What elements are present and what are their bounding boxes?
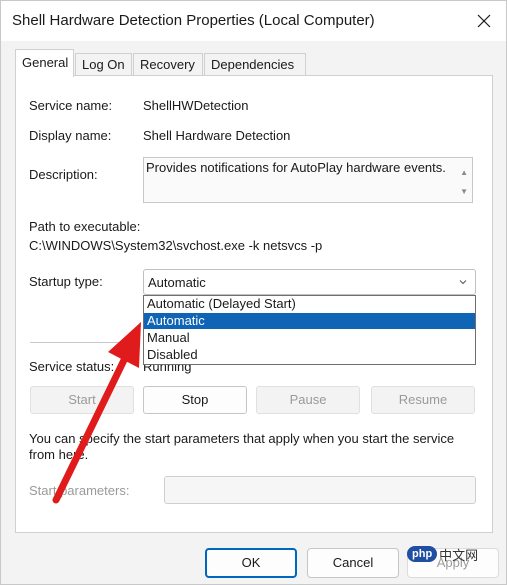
- option-manual[interactable]: Manual: [144, 330, 475, 346]
- tab-log-on[interactable]: Log On: [75, 53, 132, 76]
- start-params-input[interactable]: [164, 476, 476, 504]
- stop-button[interactable]: Stop: [143, 386, 247, 414]
- window-title: Shell Hardware Detection Properties (Loc…: [12, 12, 375, 29]
- close-button[interactable]: [466, 3, 502, 39]
- watermark-text: 中文网: [439, 548, 479, 564]
- ok-button[interactable]: OK: [205, 548, 297, 578]
- description-text: Provides notifications for AutoPlay hard…: [146, 160, 446, 175]
- scroll-up-icon[interactable]: ▲: [460, 168, 468, 177]
- display-name-label: Display name:: [29, 128, 112, 143]
- path-label: Path to executable:: [29, 219, 141, 234]
- option-disabled[interactable]: Disabled: [144, 347, 475, 363]
- option-automatic[interactable]: Automatic: [144, 313, 475, 329]
- startup-type-current: Automatic: [148, 275, 206, 290]
- watermark-badge: php: [407, 546, 438, 562]
- cancel-button[interactable]: Cancel: [307, 548, 399, 578]
- startup-type-select[interactable]: Automatic: [143, 269, 476, 295]
- description-label: Description:: [29, 167, 98, 182]
- tab-recovery[interactable]: Recovery: [133, 53, 203, 76]
- tab-general[interactable]: General: [15, 49, 74, 77]
- startup-type-label: Startup type:: [29, 274, 103, 289]
- start-params-label: Start parameters:: [29, 483, 130, 498]
- startup-type-dropdown: Automatic (Delayed Start) Automatic Manu…: [143, 295, 476, 365]
- pause-button[interactable]: Pause: [256, 386, 360, 414]
- resume-button[interactable]: Resume: [371, 386, 475, 414]
- service-name-value: ShellHWDetection: [143, 98, 249, 113]
- display-name-value: Shell Hardware Detection: [143, 128, 291, 143]
- start-params-hint-line2: from here.: [29, 447, 89, 462]
- start-button[interactable]: Start: [30, 386, 134, 414]
- path-value: C:\WINDOWS\System32\svchost.exe -k netsv…: [29, 238, 323, 253]
- close-icon: [477, 14, 491, 28]
- section-divider: [30, 342, 138, 343]
- description-field[interactable]: Provides notifications for AutoPlay hard…: [143, 157, 473, 203]
- title-bar: Shell Hardware Detection Properties (Loc…: [1, 1, 506, 41]
- start-params-hint-line1: You can specify the start parameters tha…: [29, 431, 455, 446]
- general-tab-panel: Service name: ShellHWDetection Display n…: [15, 75, 493, 533]
- properties-dialog: Shell Hardware Detection Properties (Loc…: [0, 0, 507, 585]
- tab-dependencies[interactable]: Dependencies: [204, 53, 306, 76]
- scroll-down-icon[interactable]: ▼: [460, 187, 468, 196]
- php-watermark: php 中文网: [407, 539, 502, 569]
- option-automatic-delayed[interactable]: Automatic (Delayed Start): [144, 296, 475, 312]
- service-name-label: Service name:: [29, 98, 113, 113]
- chevron-down-icon: [459, 280, 467, 285]
- service-status-label: Service status:: [29, 359, 115, 374]
